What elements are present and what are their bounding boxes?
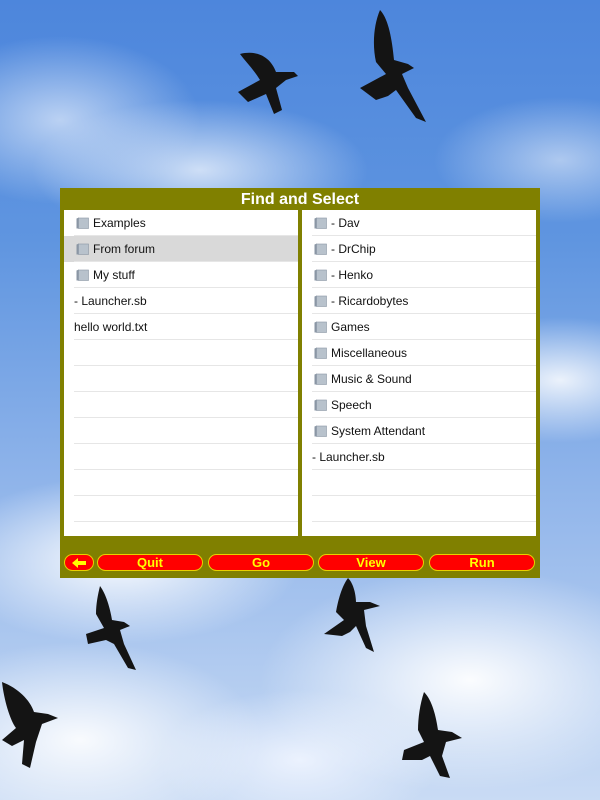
list-item-label: System Attendant (331, 424, 426, 438)
list-item[interactable]: - Dav (302, 210, 536, 236)
list-item[interactable]: Examples (64, 210, 298, 236)
folder-icon (76, 269, 89, 281)
list-item[interactable]: Music & Sound (302, 366, 536, 392)
view-button[interactable]: View (318, 554, 424, 571)
list-item[interactable]: Speech (302, 392, 536, 418)
folder-icon (76, 243, 89, 255)
folder-icon (76, 217, 89, 229)
list-item-label: Games (331, 320, 370, 334)
folder-icon (314, 217, 327, 229)
list-item-label: - Ricardobytes (331, 294, 409, 308)
list-item[interactable]: - DrChip (302, 236, 536, 262)
list-item-label: - DrChip (331, 242, 376, 256)
empty-row (64, 418, 298, 444)
quit-button[interactable]: Quit (97, 554, 203, 571)
list-item-label: - Launcher.sb (312, 450, 385, 464)
list-item-label: - Launcher.sb (74, 294, 147, 308)
empty-row (64, 496, 298, 522)
list-item[interactable]: - Launcher.sb (302, 444, 536, 470)
bird-silhouette (238, 52, 298, 114)
list-item[interactable]: - Launcher.sb (64, 288, 298, 314)
list-item-label: - Dav (331, 216, 360, 230)
list-item-label: From forum (93, 242, 156, 256)
go-button[interactable]: Go (208, 554, 314, 571)
bird-silhouette (402, 692, 462, 778)
folder-icon (314, 425, 327, 437)
folder-icon (314, 373, 327, 385)
back-button[interactable] (64, 554, 94, 571)
folder-icon (314, 321, 327, 333)
empty-row (64, 366, 298, 392)
list-item-label: Examples (93, 216, 146, 230)
bird-silhouette (324, 578, 380, 652)
folder-icon (314, 295, 327, 307)
list-item[interactable]: - Ricardobytes (302, 288, 536, 314)
list-item[interactable]: - Henko (302, 262, 536, 288)
folder-icon (314, 347, 327, 359)
empty-row (64, 470, 298, 496)
find-and-select-dialog: Find and Select Examples From forum My s… (60, 188, 540, 578)
list-item-label: Miscellaneous (331, 346, 408, 360)
folder-icon (314, 269, 327, 281)
bird-silhouette (86, 586, 136, 670)
run-button[interactable]: Run (429, 554, 535, 571)
right-file-list[interactable]: - Dav - DrChip - Henko - Ricardobytes Ga… (302, 210, 536, 536)
list-item[interactable]: hello world.txt (64, 314, 298, 340)
list-item[interactable]: Games (302, 314, 536, 340)
empty-row (302, 470, 536, 496)
list-item[interactable]: Miscellaneous (302, 340, 536, 366)
list-item[interactable]: From forum (64, 236, 298, 262)
empty-row (302, 496, 536, 522)
folder-icon (314, 399, 327, 411)
left-file-list[interactable]: Examples From forum My stuff - Launcher.… (64, 210, 298, 536)
list-item-label: Music & Sound (331, 372, 412, 386)
list-item[interactable]: System Attendant (302, 418, 536, 444)
empty-row (64, 444, 298, 470)
empty-row (64, 392, 298, 418)
folder-icon (314, 243, 327, 255)
list-item[interactable]: My stuff (64, 262, 298, 288)
arrow-left-icon (72, 558, 86, 568)
empty-row (64, 340, 298, 366)
list-item-label: hello world.txt (74, 320, 148, 334)
list-item-label: Speech (331, 398, 372, 412)
bird-silhouette (360, 10, 426, 122)
dialog-title: Find and Select (240, 191, 360, 208)
button-bar: Quit Go View Run (60, 552, 540, 574)
bird-silhouette (2, 682, 58, 768)
list-item-label: My stuff (93, 268, 135, 282)
list-item-label: - Henko (331, 268, 374, 282)
